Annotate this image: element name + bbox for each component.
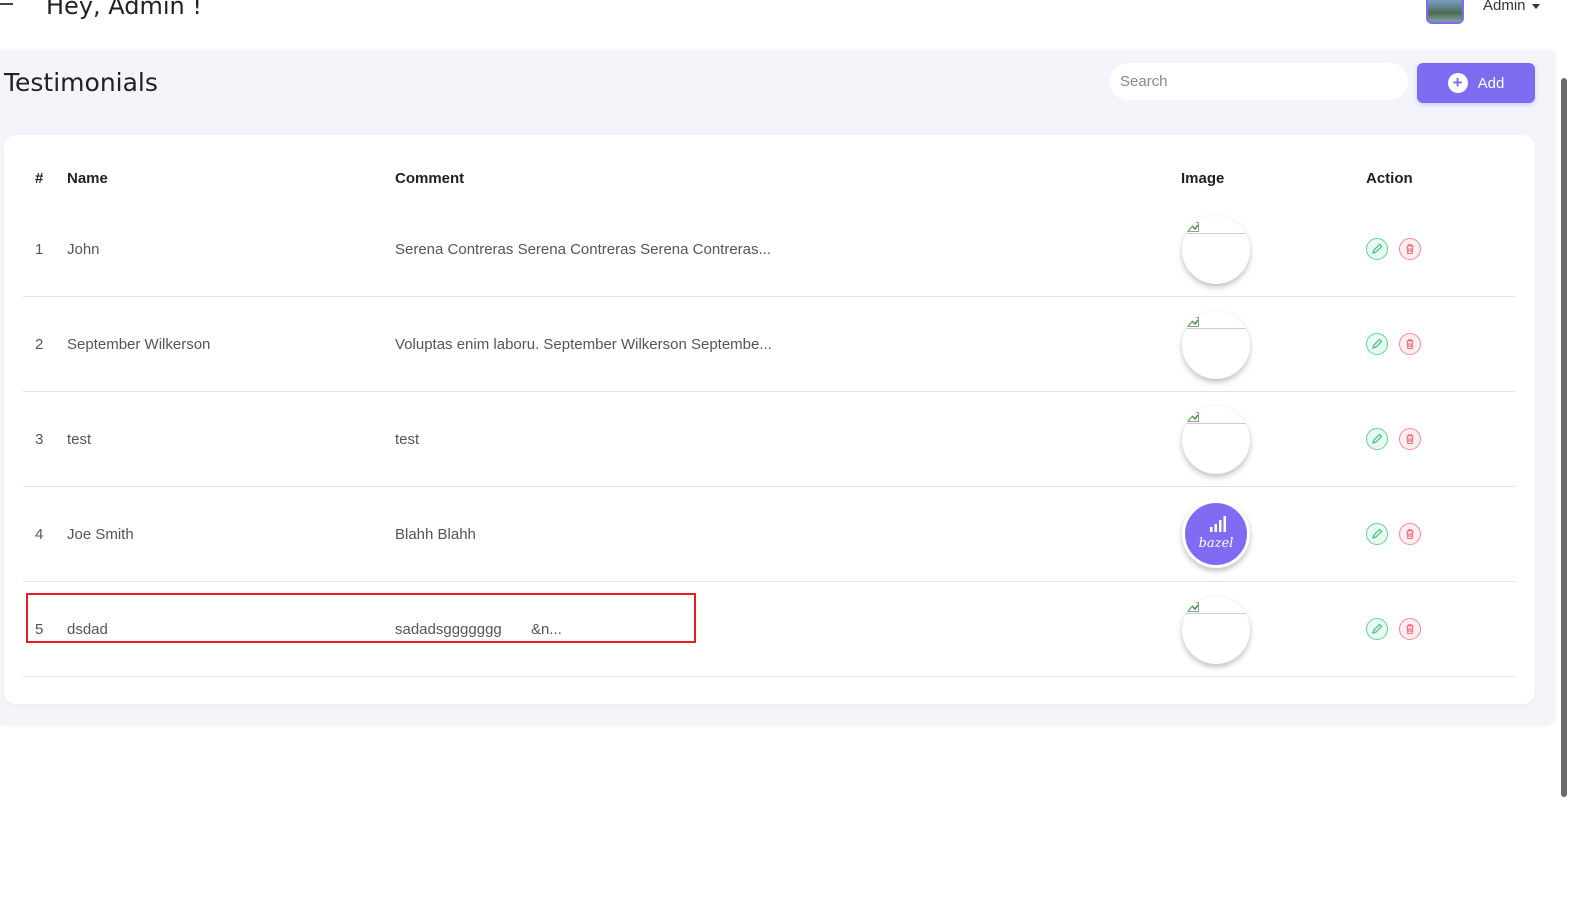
plus-icon: +: [1447, 73, 1468, 93]
caret-down-icon: [1531, 3, 1540, 9]
row-divider: [23, 486, 1515, 487]
column-header-index: #: [35, 170, 44, 187]
broken-image-icon: [1187, 602, 1199, 612]
trash-icon: [1406, 244, 1414, 255]
highlight-box: [26, 593, 696, 643]
row-comment: Blahh Blahh: [395, 526, 476, 543]
row-comment: Voluptas enim laboru. September Wilkerso…: [395, 336, 772, 353]
pencil-icon: [1372, 623, 1383, 634]
vertical-scrollbar[interactable]: [1561, 78, 1567, 797]
brand-logo-text: bazel: [1198, 536, 1234, 551]
delete-button[interactable]: [1399, 333, 1421, 355]
signal-bars-icon: [1210, 516, 1226, 532]
column-header-name: Name: [67, 170, 108, 187]
trash-icon: [1406, 529, 1414, 540]
top-bar: Hey, Admin ! Admin: [0, 0, 1572, 48]
delete-button[interactable]: [1399, 428, 1421, 450]
avatar[interactable]: [1426, 0, 1464, 24]
trash-icon: [1406, 339, 1414, 350]
row-divider: [23, 676, 1515, 677]
column-header-image: Image: [1181, 170, 1225, 187]
trash-icon: [1406, 624, 1414, 635]
delete-button[interactable]: [1399, 523, 1421, 545]
row-name: September Wilkerson: [67, 336, 211, 353]
user-menu[interactable]: Admin: [1483, 0, 1540, 14]
row-divider: [23, 391, 1515, 392]
testimonial-image: bazel: [1182, 500, 1250, 568]
add-button-label: Add: [1477, 74, 1505, 92]
row-name: Joe Smith: [67, 526, 134, 543]
column-header-comment: Comment: [395, 170, 465, 187]
testimonial-image: [1182, 596, 1250, 664]
page-title: Testimonials: [4, 68, 158, 97]
search-input[interactable]: [1110, 63, 1408, 100]
pencil-icon: [1372, 433, 1383, 444]
testimonial-image: [1182, 311, 1250, 379]
column-header-action: Action: [1366, 170, 1413, 187]
row-divider: [23, 296, 1515, 297]
broken-image-icon: [1187, 412, 1199, 422]
row-index: 4: [35, 526, 44, 543]
testimonial-image: [1182, 406, 1250, 474]
edit-button[interactable]: [1366, 618, 1388, 640]
user-menu-label: Admin: [1483, 0, 1526, 14]
pencil-icon: [1372, 243, 1383, 254]
broken-image-icon: [1187, 317, 1199, 327]
row-name: John: [67, 241, 100, 258]
edit-button[interactable]: [1366, 333, 1388, 355]
pencil-icon: [1372, 528, 1383, 539]
delete-button[interactable]: [1399, 618, 1421, 640]
trash-icon: [1406, 434, 1414, 445]
row-index: 3: [35, 431, 44, 448]
row-divider: [23, 581, 1515, 582]
greeting: Hey, Admin !: [46, 0, 203, 20]
pencil-icon: [1372, 338, 1383, 349]
add-button[interactable]: + Add: [1417, 63, 1535, 103]
row-comment: Serena Contreras Serena Contreras Serena…: [395, 241, 772, 258]
edit-button[interactable]: [1366, 523, 1388, 545]
row-comment: test: [395, 431, 420, 448]
edit-button[interactable]: [1366, 428, 1388, 450]
delete-button[interactable]: [1399, 238, 1421, 260]
testimonial-image: [1182, 216, 1250, 284]
broken-image-icon: [1187, 222, 1199, 232]
edit-button[interactable]: [1366, 238, 1388, 260]
row-index: 1: [35, 241, 44, 258]
row-index: 2: [35, 336, 44, 353]
row-name: test: [67, 431, 92, 448]
menu-icon[interactable]: [0, 0, 14, 12]
